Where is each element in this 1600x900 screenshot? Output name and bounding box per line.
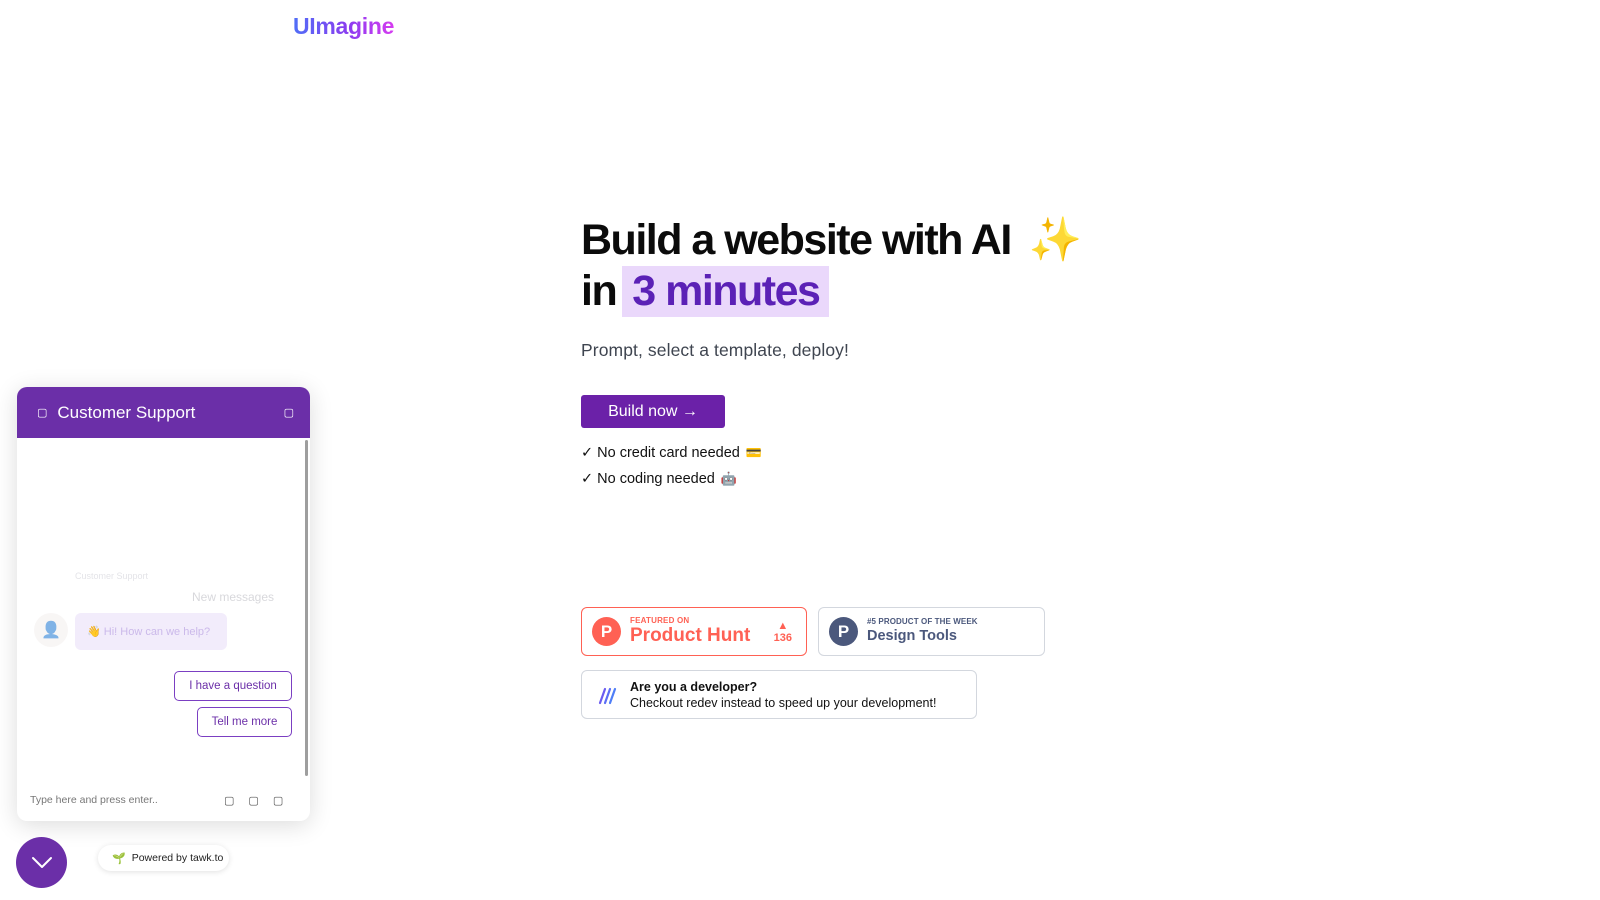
product-hunt-logo-icon: P (829, 617, 858, 646)
chat-menu-icon[interactable]: ▢ (37, 406, 47, 419)
hero-title-highlight: 3 minutes (622, 266, 830, 317)
developer-badge-text: Are you a developer? Checkout redev inst… (630, 680, 936, 710)
chat-agent-label: Customer Support (75, 571, 149, 581)
send-icon[interactable]: ▢ (273, 794, 283, 807)
check-text: No coding needed (597, 471, 715, 487)
chat-toggle-button[interactable] (16, 837, 67, 888)
build-now-button[interactable]: Build now → (581, 395, 725, 428)
check-no-coding: ✓ No coding needed 🤖 (581, 471, 737, 487)
hero-title-in: in (581, 267, 618, 315)
hero-subtitle: Prompt, select a template, deploy! (581, 340, 849, 360)
uimagine-logo[interactable]: UImagine (293, 13, 394, 40)
emoji-icon[interactable]: ▢ (224, 794, 234, 807)
design-tools-badge-text: #5 PRODUCT OF THE WEEK Design Tools (867, 617, 978, 646)
checkmark-icon: ✓ (581, 445, 594, 461)
product-of-week-badge[interactable]: P #5 PRODUCT OF THE WEEK Design Tools (818, 607, 1045, 656)
sparkle-icon: ✨ (1028, 216, 1083, 264)
tawk-leaf-icon: 🌱 (112, 852, 126, 865)
chat-header: ▢ Customer Support ▢ (17, 387, 310, 438)
chat-message-input[interactable] (30, 794, 210, 806)
redev-slashes-icon (598, 687, 617, 704)
greeting-bubble: 👋 Hi! How can we help? (75, 613, 227, 650)
powered-by-text: Powered by tawk.to (131, 852, 224, 864)
developer-badge-subtitle: Checkout redev instead to speed up your … (630, 695, 937, 710)
product-hunt-featured-badge[interactable]: P FEATURED ON Product Hunt ▲ 136 (581, 607, 807, 656)
hero-title-line2: in 3 minutes (581, 266, 1101, 317)
product-hunt-badge-text: FEATURED ON Product Hunt (630, 616, 750, 647)
quick-reply-question-button[interactable]: I have a question (174, 671, 292, 701)
developer-badge-title: Are you a developer? (630, 679, 758, 694)
check-no-credit-card: ✓ No credit card needed 💳 (581, 445, 762, 461)
hero-title: Build a website with AI ✨ in 3 minutes (581, 215, 1101, 317)
quick-reply-tell-more-button[interactable]: Tell me more (197, 707, 292, 737)
chat-scrollbar[interactable] (305, 440, 308, 776)
upvote-arrow-icon: ▲ (777, 619, 789, 632)
product-hunt-logo-icon: P (592, 617, 621, 646)
hero-heading-block: Build a website with AI ✨ in 3 minutes (581, 215, 1101, 317)
credit-card-icon: 💳 (745, 445, 763, 460)
robot-icon: 🤖 (720, 471, 738, 486)
badge-small-label: #5 PRODUCT OF THE WEEK (867, 617, 978, 626)
chat-input-bar: ▢ ▢ ▢ (17, 779, 310, 821)
chat-title: Customer Support (57, 402, 196, 422)
checkmark-icon: ✓ (581, 471, 594, 487)
new-messages-label: New messages (192, 590, 275, 604)
chat-widget: ▢ Customer Support ▢ Customer Support Ne… (17, 387, 310, 821)
badge-big-label: Design Tools (867, 628, 957, 644)
badge-big-label: Product Hunt (630, 625, 751, 646)
check-text: No credit card needed (597, 445, 740, 461)
badge-small-label: FEATURED ON (630, 616, 690, 625)
powered-by-tawk[interactable]: 🌱 Powered by tawk.to (98, 845, 229, 871)
hero-title-line1: Build a website with AI (581, 216, 1012, 264)
vote-count: 136 (773, 631, 792, 644)
redev-developer-badge[interactable]: Are you a developer? Checkout redev inst… (581, 670, 977, 719)
attachment-icon[interactable]: ▢ (248, 794, 258, 807)
agent-avatar: 👤 (34, 613, 68, 647)
product-hunt-votes: ▲ 136 (774, 620, 792, 644)
chevron-down-icon (31, 856, 52, 868)
chat-minimize-icon[interactable]: ▢ (284, 406, 294, 419)
